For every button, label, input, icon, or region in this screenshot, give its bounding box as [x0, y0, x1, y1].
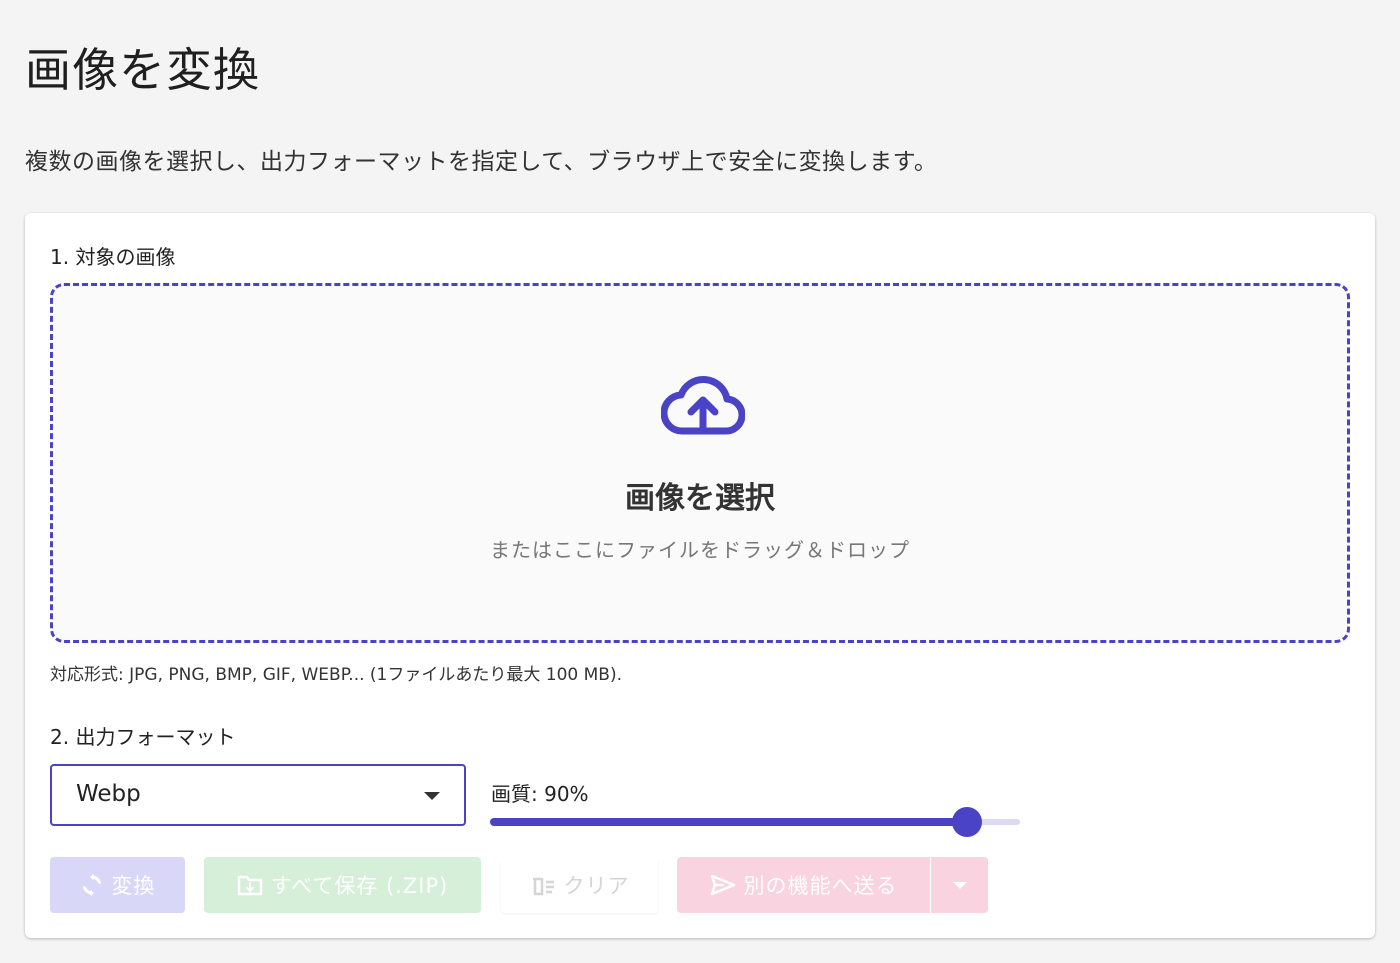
output-format-select[interactable]: Webp — [50, 764, 466, 826]
send-to-feature-button[interactable]: 別の機能へ送る — [677, 857, 930, 913]
page-title: 画像を変換 — [25, 43, 260, 97]
save-zip-button[interactable]: すべて保存 (.ZIP) — [204, 857, 481, 913]
send-options-dropdown-button[interactable] — [931, 857, 988, 913]
slider-thumb[interactable] — [952, 807, 982, 837]
quality-label: 画質: 90% — [491, 782, 589, 806]
send-label: 別の機能へ送る — [743, 874, 898, 898]
clear-button[interactable]: クリア — [501, 857, 658, 913]
step2-label: 2. 出力フォーマット — [50, 725, 236, 749]
slider-fill — [490, 818, 967, 826]
refresh-icon — [80, 873, 104, 897]
chevron-down-icon — [424, 792, 440, 800]
page-subtitle: 複数の画像を選択し、出力フォーマットを指定して、ブラウザ上で安全に変換します。 — [25, 149, 938, 175]
cloud-upload-icon — [661, 376, 745, 435]
save-zip-label: すべて保存 (.ZIP) — [270, 874, 449, 898]
dropzone-hint: またはここにファイルをドラッグ＆ドロップ — [490, 538, 910, 562]
folder-icon — [237, 874, 263, 896]
quality-slider[interactable] — [490, 807, 1020, 837]
converter-card: 1. 対象の画像 画像を選択 またはここにファイルをドラッグ＆ドロップ 対応形式… — [25, 213, 1375, 938]
output-format-value: Webp — [76, 781, 141, 807]
trash-icon — [530, 874, 556, 896]
send-icon — [710, 874, 736, 896]
convert-button[interactable]: 変換 — [50, 857, 185, 913]
clear-label: クリア — [563, 874, 630, 898]
dropzone-title: 画像を選択 — [625, 481, 775, 516]
supported-formats-note: 対応形式: JPG, PNG, BMP, GIF, WEBP... (1ファイル… — [50, 665, 622, 685]
image-dropzone[interactable]: 画像を選択 またはここにファイルをドラッグ＆ドロップ — [50, 283, 1350, 643]
convert-label: 変換 — [111, 874, 156, 898]
chevron-down-icon — [952, 881, 967, 889]
step1-label: 1. 対象の画像 — [50, 245, 176, 269]
